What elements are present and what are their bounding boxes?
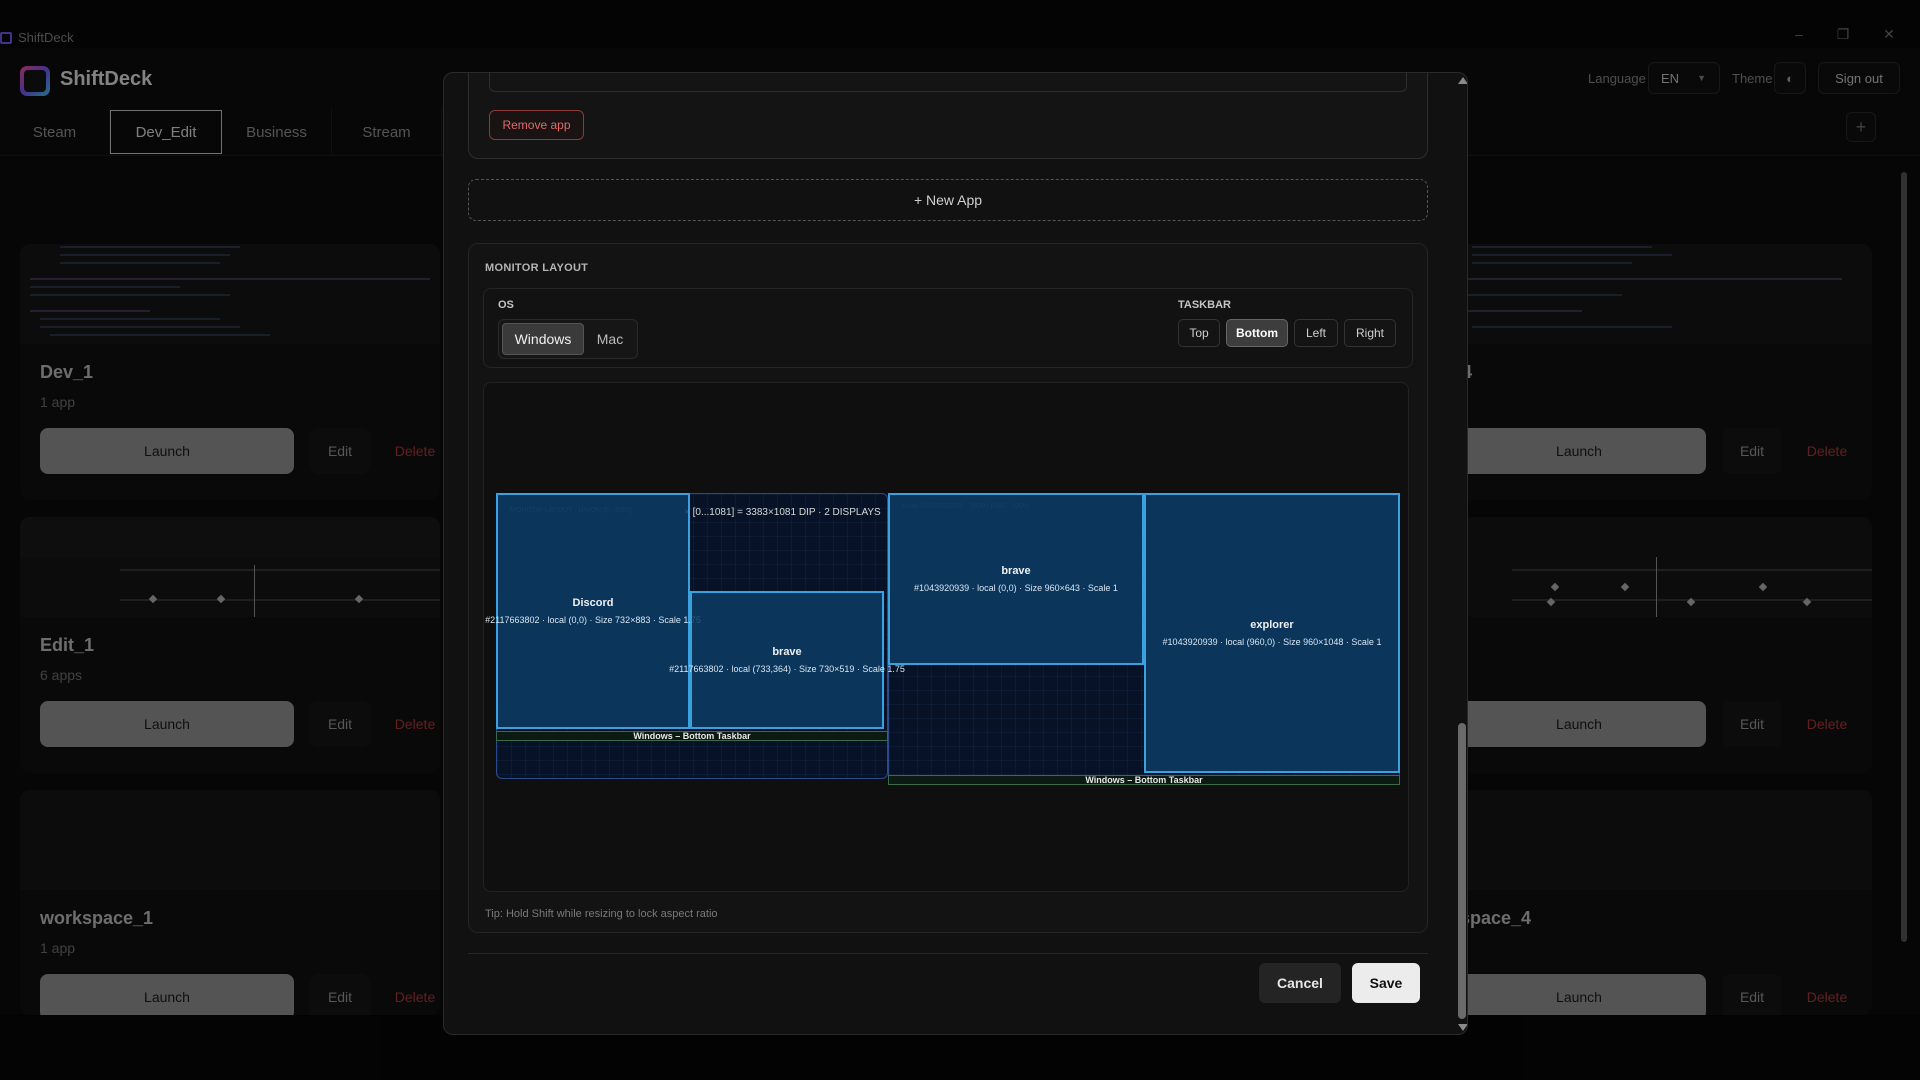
taskbar-option-top[interactable]: Top bbox=[1178, 319, 1220, 347]
window-name: brave bbox=[772, 646, 802, 658]
taskbar-option-bottom[interactable]: Bottom bbox=[1226, 319, 1288, 347]
taskbar-option-left[interactable]: Left bbox=[1294, 319, 1338, 347]
save-button[interactable]: Save bbox=[1352, 963, 1420, 1003]
monitor-layout-section: MONITOR LAYOUT OS Windows Mac TASKBAR To… bbox=[468, 243, 1428, 933]
modal-scrollbar[interactable] bbox=[1456, 73, 1467, 1034]
taskbar-display-2: Windows – Bottom Taskbar bbox=[888, 775, 1400, 785]
app-root: ShiftDeck – ❐ ✕ ShiftDeck Language EN ▼ … bbox=[0, 0, 1920, 1080]
modal-footer-divider bbox=[468, 953, 1428, 954]
os-option-mac[interactable]: Mac bbox=[588, 323, 632, 355]
os-segmented-control: Windows Mac bbox=[498, 319, 638, 359]
taskbar-label: TASKBAR bbox=[1178, 299, 1231, 311]
scroll-up-icon[interactable] bbox=[1458, 77, 1467, 84]
window-detail: #1043920939 · local (960,0) · Size 960×1… bbox=[1162, 637, 1382, 647]
remove-app-button[interactable]: Remove app bbox=[489, 110, 584, 140]
window-box-brave[interactable]: brave #1043920939 · local (0,0) · Size 9… bbox=[888, 493, 1144, 665]
window-box-explorer[interactable]: explorer #1043920939 · local (960,0) · S… bbox=[1144, 493, 1400, 773]
cancel-button[interactable]: Cancel bbox=[1259, 963, 1341, 1003]
window-detail: #1043920939 · local (0,0) · Size 960×643… bbox=[914, 583, 1118, 593]
os-option-windows[interactable]: Windows bbox=[502, 323, 584, 355]
window-box-discord[interactable]: Discord #2117663802 · local (0,0) · Size… bbox=[485, 493, 701, 729]
window-name: explorer bbox=[1250, 619, 1294, 631]
monitor-layout-canvas[interactable]: MONITOR LAYOUT · UNION [0...3383] taskp … bbox=[483, 382, 1409, 892]
app-path-field[interactable] bbox=[489, 73, 1407, 92]
window-name: Discord bbox=[572, 597, 614, 609]
window-box-brave[interactable]: brave #2117663802 · local (733,364) · Si… bbox=[669, 591, 905, 729]
window-detail: #2117663802 · local (733,364) · Size 730… bbox=[669, 664, 905, 674]
scroll-down-icon[interactable] bbox=[1458, 1024, 1467, 1031]
app-entry: Remove app bbox=[468, 73, 1428, 159]
new-app-button[interactable]: + New App bbox=[468, 179, 1428, 221]
window-name: brave bbox=[1001, 565, 1031, 577]
taskbar-option-right[interactable]: Right bbox=[1344, 319, 1396, 347]
taskbar-display-1: Windows – Bottom Taskbar bbox=[496, 731, 888, 741]
edit-workspace-modal: Remove app + New App MONITOR LAYOUT OS W… bbox=[443, 72, 1468, 1035]
window-detail: #2117663802 · local (0,0) · Size 732×883… bbox=[485, 615, 701, 625]
os-label: OS bbox=[498, 299, 514, 311]
canvas-dimensions: × [0...1081] = 3383×1081 DIP · 2 DISPLAY… bbox=[684, 507, 881, 518]
os-taskbar-panel: OS Windows Mac TASKBAR Top Bottom Left R… bbox=[483, 288, 1413, 368]
resize-tip: Tip: Hold Shift while resizing to lock a… bbox=[485, 908, 718, 920]
section-title: MONITOR LAYOUT bbox=[485, 262, 589, 274]
